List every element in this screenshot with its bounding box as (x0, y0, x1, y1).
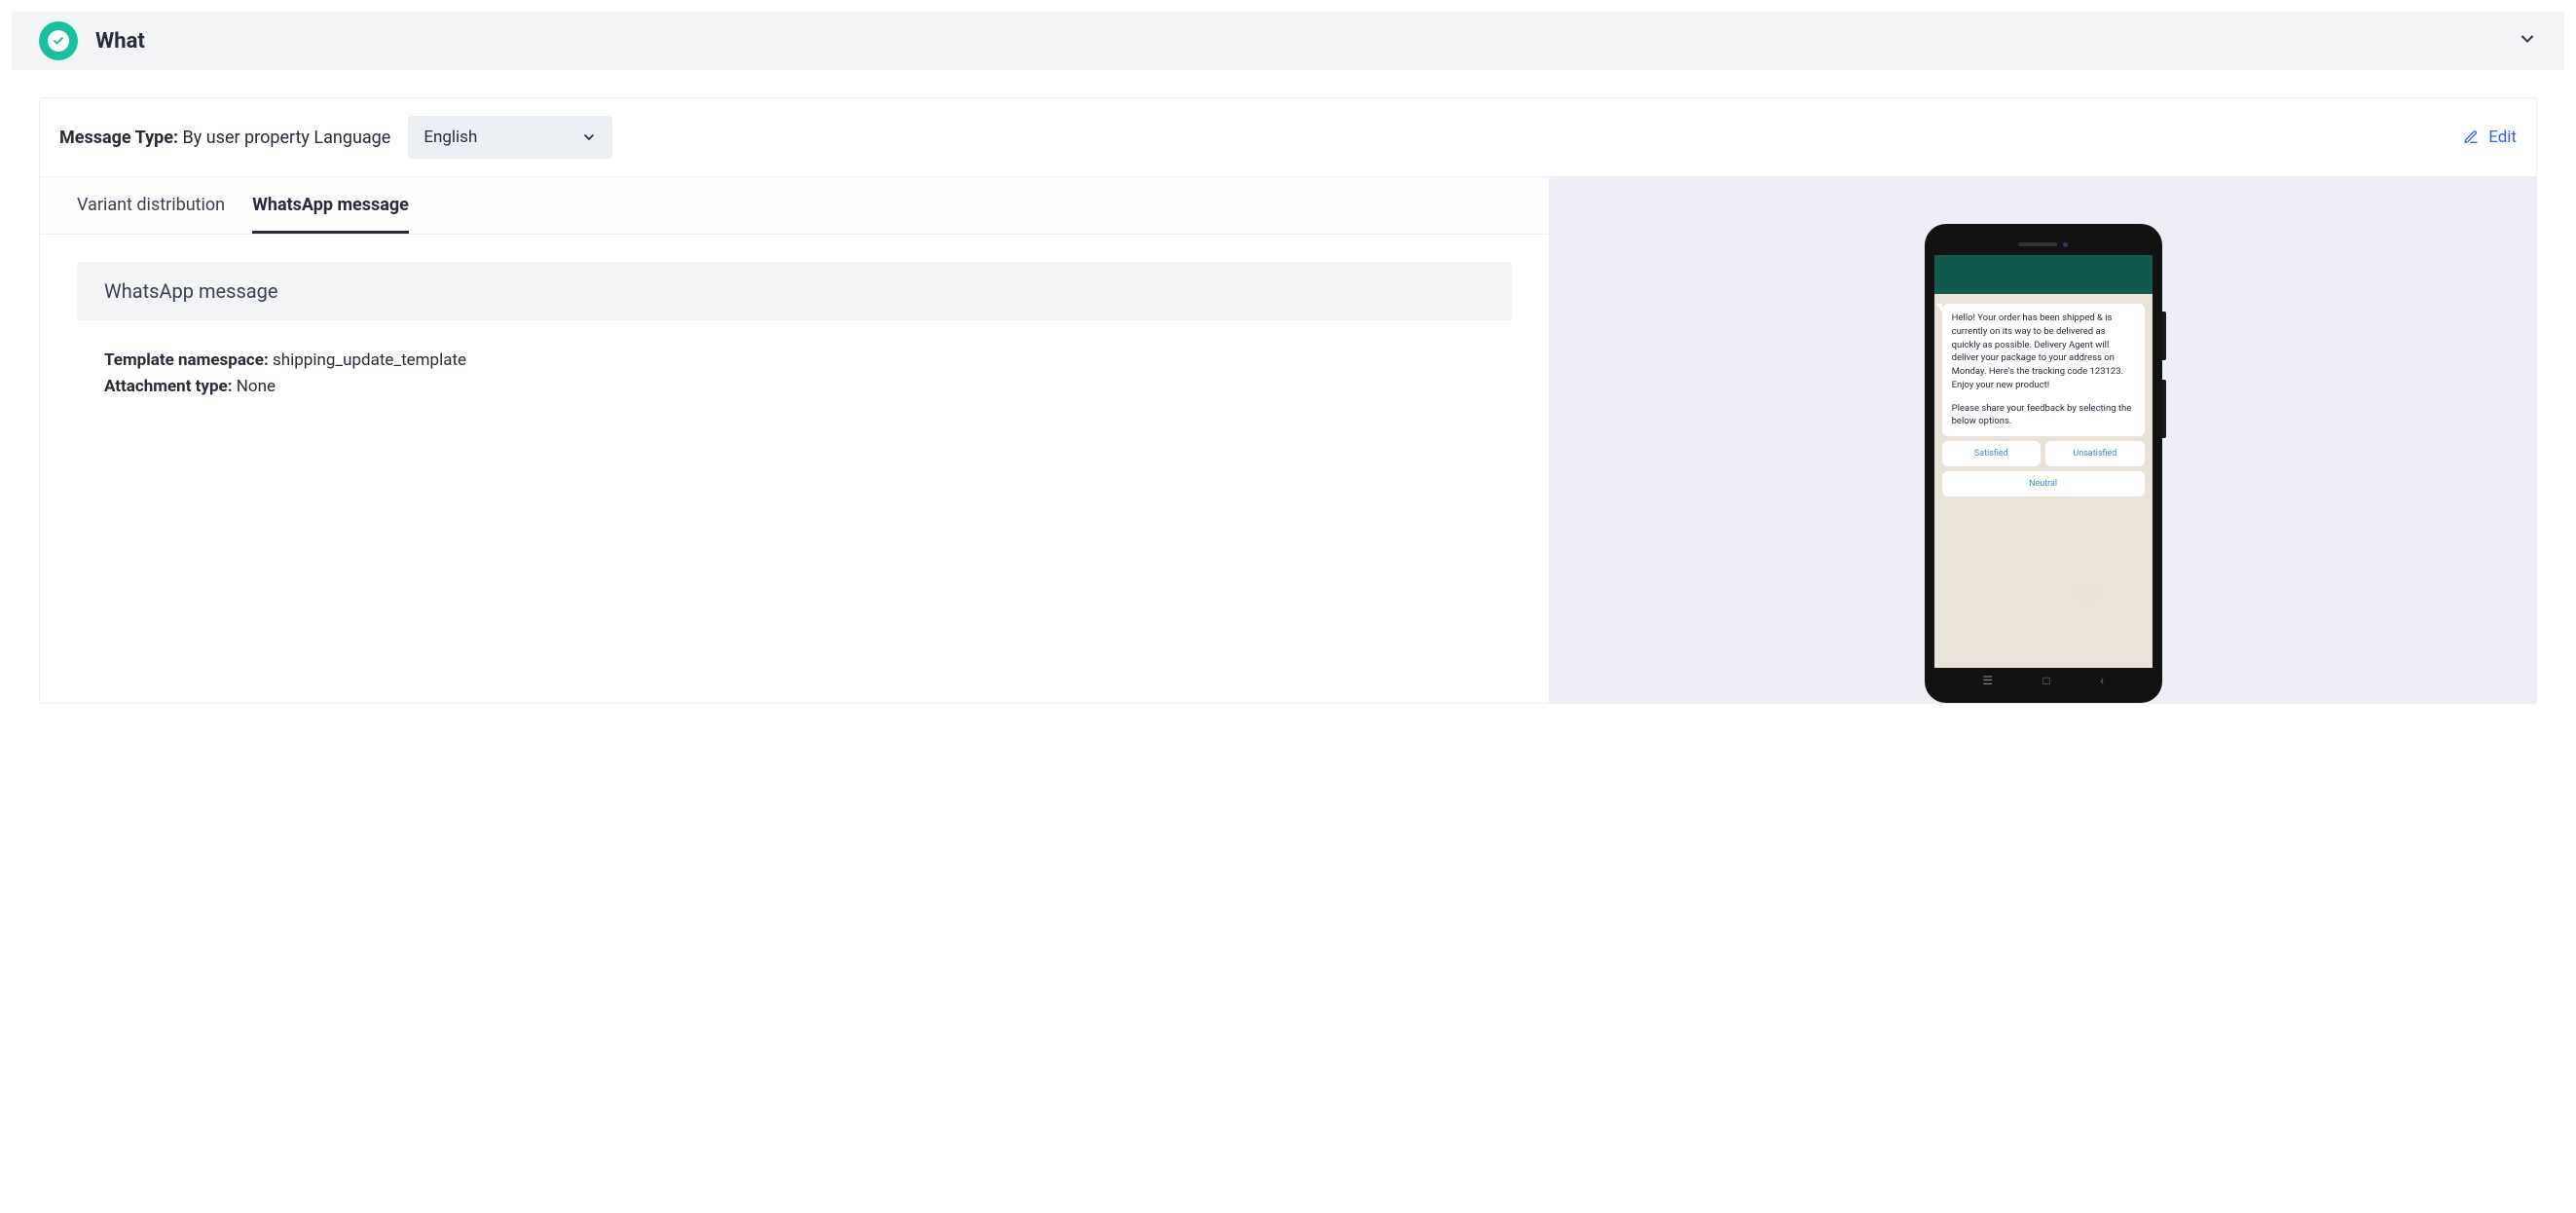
menu-icon: ☰ (1982, 674, 1993, 687)
check-icon (53, 35, 64, 47)
language-selected: English (423, 128, 477, 147)
preview-column: Hello! Your order has been shipped & is … (1550, 177, 2536, 703)
message-type-left: Message Type: By user property Language … (59, 116, 612, 159)
template-details: Template namespace: shipping_update_temp… (77, 320, 1512, 427)
pencil-icon (2463, 129, 2479, 145)
message-text-1: Hello! Your order has been shipped & is … (1952, 312, 2135, 392)
tab-variant-distribution[interactable]: Variant distribution (77, 177, 225, 234)
section-header[interactable]: What (12, 12, 2564, 70)
attachment-type-value: None (237, 377, 276, 396)
phone-side-button (2162, 380, 2166, 438)
phone-screen: Hello! Your order has been shipped & is … (1934, 255, 2153, 668)
neutral-button[interactable]: Neutral (1942, 471, 2145, 496)
check-badge (39, 21, 78, 60)
content-panel: Message Type: By user property Language … (39, 97, 2537, 704)
message-type-prefix: Message Type: (59, 128, 178, 148)
phone-mock: Hello! Your order has been shipped & is … (1925, 224, 2162, 703)
whatsapp-subheader: WhatsApp message (77, 262, 1512, 320)
template-namespace-line: Template namespace: shipping_update_temp… (104, 348, 1485, 374)
content-row: Variant distribution WhatsApp message Wh… (40, 177, 2536, 703)
template-namespace-value: shipping_update_template (273, 350, 466, 370)
left-body: WhatsApp message Template namespace: shi… (40, 235, 1549, 486)
phone-side-button (2162, 312, 2166, 360)
attachment-type-line: Attachment type: None (104, 374, 1485, 400)
phone-speaker (2018, 242, 2057, 246)
square-icon: □ (2043, 674, 2050, 687)
message-text-2: Please share your feedback by selecting … (1952, 402, 2135, 429)
chevron-down-icon[interactable] (2518, 29, 2537, 53)
feedback-row-2: Neutral (1942, 471, 2145, 496)
message-type-value: By user property Language (183, 128, 391, 148)
left-column: Variant distribution WhatsApp message Wh… (40, 177, 1550, 703)
template-namespace-label: Template namespace: (104, 350, 269, 370)
back-icon: ‹ (2100, 674, 2104, 687)
satisfied-button[interactable]: Satisfied (1942, 441, 2042, 466)
section-title: What (95, 29, 145, 54)
feedback-row-1: Satisfied Unsatisfied (1942, 441, 2145, 466)
message-type-label: Message Type: By user property Language (59, 128, 390, 148)
message-bubble: Hello! Your order has been shipped & is … (1942, 304, 2145, 436)
phone-top (1934, 234, 2153, 255)
phone-camera (2063, 242, 2068, 247)
chevron-down-icon (581, 129, 597, 145)
whatsapp-header (1934, 255, 2153, 294)
tabs: Variant distribution WhatsApp message (40, 177, 1549, 235)
unsatisfied-button[interactable]: Unsatisfied (2045, 441, 2145, 466)
attachment-type-label: Attachment type: (104, 377, 233, 396)
section-header-left: What (39, 21, 145, 60)
whatsapp-body: Hello! Your order has been shipped & is … (1934, 294, 2153, 668)
edit-label: Edit (2488, 128, 2517, 147)
message-type-bar: Message Type: By user property Language … (40, 98, 2536, 177)
tab-whatsapp-message[interactable]: WhatsApp message (252, 177, 409, 234)
edit-button[interactable]: Edit (2463, 128, 2517, 147)
language-select[interactable]: English (408, 116, 612, 159)
phone-nav: ☰ □ ‹ (1934, 668, 2153, 693)
